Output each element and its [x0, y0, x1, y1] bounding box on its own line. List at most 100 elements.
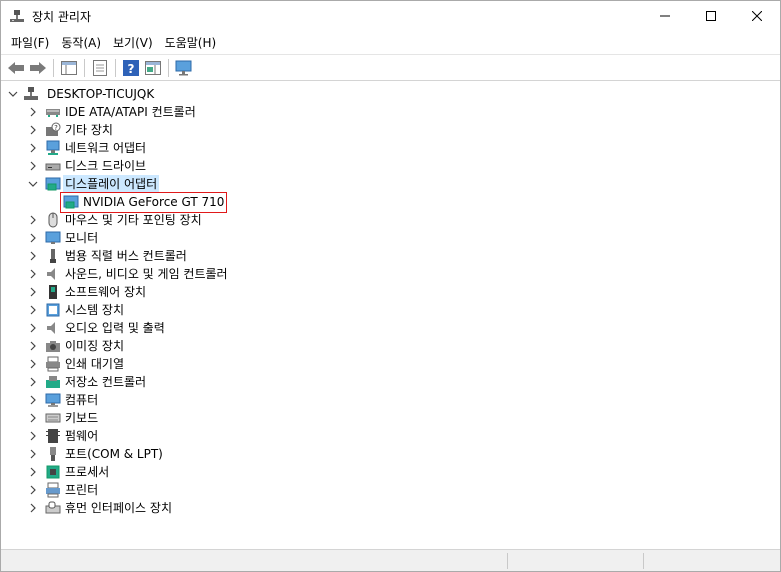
network-adapter-icon	[46, 140, 60, 155]
tree-category[interactable]: 이미징 장치	[25, 337, 525, 355]
chevron-right-icon[interactable]	[27, 391, 39, 409]
maximize-icon	[706, 11, 716, 21]
chevron-right-icon[interactable]	[27, 265, 39, 283]
tree-category[interactable]: 디스크 드라이브	[25, 157, 525, 175]
computer-icon	[45, 393, 61, 407]
toolbar-separator	[53, 58, 54, 77]
tree-category-label: 디스크 드라이브	[65, 159, 147, 173]
tree-category-label: IDE ATA/ATAPI 컨트롤러	[65, 105, 196, 119]
tree-category-label: 기타 장치	[65, 123, 113, 137]
tree-category[interactable]: 휴먼 인터페이스 장치	[25, 499, 525, 517]
chevron-right-icon[interactable]	[27, 445, 39, 463]
tree-category[interactable]: 시스템 장치	[25, 301, 525, 319]
tree-category[interactable]: 오디오 입력 및 출력	[25, 319, 525, 337]
tree-category[interactable]: ? 기타 장치	[25, 121, 525, 139]
maximize-button[interactable]	[688, 1, 734, 31]
printer-queue-icon	[46, 356, 60, 372]
computer-root-icon	[24, 87, 38, 100]
tree-category[interactable]: 펌웨어	[25, 427, 525, 445]
tree-category-label: 소프트웨어 장치	[65, 285, 147, 299]
tree-category[interactable]: 소프트웨어 장치	[25, 283, 525, 301]
tree-category[interactable]: 컴퓨터	[25, 391, 525, 409]
chevron-right-icon[interactable]	[27, 319, 39, 337]
back-button[interactable]	[5, 57, 27, 79]
close-button[interactable]	[734, 1, 780, 31]
menu-view[interactable]: 보기(V)	[107, 32, 159, 53]
menu-action[interactable]: 동작(A)	[55, 32, 107, 53]
menu-file[interactable]: 파일(F)	[5, 32, 55, 53]
tree-category[interactable]: 인쇄 대기열	[25, 355, 525, 373]
chevron-right-icon[interactable]	[27, 103, 39, 121]
tree-category-label: 범용 직렬 버스 컨트롤러	[65, 249, 187, 263]
chevron-right-icon[interactable]	[27, 463, 39, 481]
properties-button[interactable]	[89, 57, 111, 79]
minimize-button[interactable]	[642, 1, 688, 31]
tree-category-label: 모니터	[65, 231, 99, 245]
chevron-right-icon[interactable]	[27, 283, 39, 301]
chevron-down-icon[interactable]	[7, 85, 19, 103]
chevron-down-icon[interactable]	[27, 175, 39, 193]
tree-category[interactable]: IDE ATA/ATAPI 컨트롤러	[25, 103, 525, 121]
title-bar[interactable]: 장치 관리자	[1, 1, 780, 31]
tree-category[interactable]: 네트워크 어댑터	[25, 139, 525, 157]
tree-category[interactable]: 범용 직렬 버스 컨트롤러	[25, 247, 525, 265]
chevron-right-icon[interactable]	[27, 337, 39, 355]
status-bar	[1, 549, 780, 571]
usb-icon	[50, 249, 56, 263]
chevron-right-icon[interactable]	[27, 481, 39, 499]
chevron-right-icon[interactable]	[27, 121, 39, 139]
tree-category-label: 휴먼 인터페이스 장치	[65, 501, 172, 515]
action-pane-button[interactable]	[142, 57, 164, 79]
chevron-right-icon[interactable]	[27, 229, 39, 247]
menu-help[interactable]: 도움말(H)	[159, 32, 223, 53]
tree-category[interactable]: 모니터	[25, 229, 525, 247]
console-tree-icon	[61, 60, 77, 75]
toolbar-separator	[168, 58, 169, 77]
forward-button[interactable]	[27, 57, 49, 79]
chevron-right-icon[interactable]	[27, 499, 39, 517]
chevron-right-icon[interactable]	[27, 139, 39, 157]
chevron-right-icon[interactable]	[27, 157, 39, 175]
scan-hardware-button[interactable]	[173, 57, 195, 79]
device-tree: DESKTOP-TICUJQK IDE ATA/ATAPI 컨트롤러 ? 기타 장치…	[1, 83, 780, 549]
tree-category-label: 키보드	[65, 411, 99, 425]
tree-category[interactable]: 디스플레이 어댑터	[25, 175, 525, 193]
tree-category-label: 인쇄 대기열	[65, 357, 125, 371]
chevron-right-icon[interactable]	[27, 373, 39, 391]
tree-device-item[interactable]: NVIDIA GeForce GT 710	[60, 192, 461, 213]
storage-controller-icon	[46, 376, 60, 388]
back-arrow-icon	[8, 61, 24, 74]
chevron-right-icon[interactable]	[27, 247, 39, 265]
tree-category[interactable]: 키보드	[25, 409, 525, 427]
tree-category[interactable]: 사운드, 비디오 및 게임 컨트롤러	[25, 265, 525, 283]
tree-category[interactable]: 프로세서	[25, 463, 525, 481]
tree-category-label: 시스템 장치	[65, 303, 125, 317]
tree-category-label: 프린터	[65, 483, 99, 497]
status-separator	[643, 553, 644, 569]
tree-category[interactable]: 저장소 컨트롤러	[25, 373, 525, 391]
chevron-right-icon[interactable]	[27, 211, 39, 229]
status-separator	[507, 553, 508, 569]
toolbar-separator	[84, 58, 85, 77]
menu-bar: 파일(F) 동작(A) 보기(V) 도움말(H)	[1, 31, 780, 53]
hid-icon	[45, 501, 61, 514]
tree-root[interactable]: DESKTOP-TICUJQK	[7, 85, 407, 103]
system-device-icon	[46, 303, 60, 317]
tree-category[interactable]: 포트(COM & LPT)	[25, 445, 525, 463]
chevron-right-icon[interactable]	[27, 427, 39, 445]
help-button[interactable]: ?	[120, 57, 142, 79]
chevron-right-icon[interactable]	[27, 409, 39, 427]
software-device-icon	[49, 285, 57, 299]
help-icon: ?	[123, 59, 139, 76]
speaker-icon	[47, 268, 55, 280]
show-hide-console-tree-button[interactable]	[58, 57, 80, 79]
tree-category[interactable]: 프린터	[25, 481, 525, 499]
camera-icon	[46, 341, 60, 352]
processor-icon	[46, 465, 60, 479]
chevron-right-icon[interactable]	[27, 301, 39, 319]
chevron-right-icon[interactable]	[27, 355, 39, 373]
tree-category[interactable]: 마우스 및 기타 포인팅 장치	[25, 211, 525, 229]
toolbar-separator	[115, 58, 116, 77]
device-manager-app-icon	[10, 10, 24, 22]
firmware-icon	[46, 429, 60, 443]
